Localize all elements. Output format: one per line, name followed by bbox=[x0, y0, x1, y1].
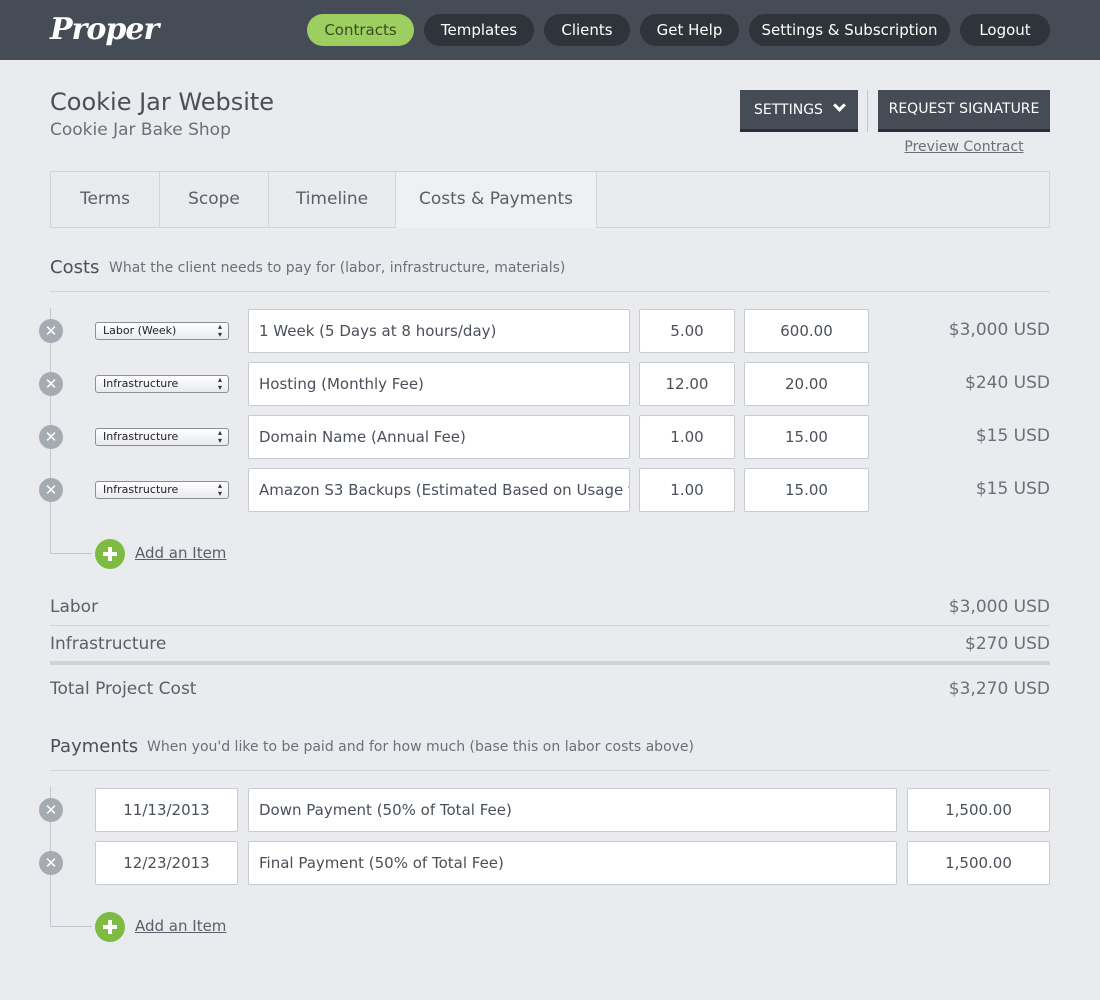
remove-payment-row-2[interactable]: ✕ bbox=[39, 851, 63, 875]
payment-description-input-1[interactable]: Down Payment (50% of Total Fee) bbox=[248, 788, 897, 832]
cost-row-total-1: $3,000 USD bbox=[948, 320, 1050, 340]
payments-heading: Payments bbox=[50, 736, 139, 757]
page-title: Cookie Jar Website bbox=[50, 88, 275, 116]
cost-rate-input-1[interactable]: 600.00 bbox=[744, 309, 869, 353]
cost-rate-input-4[interactable]: 15.00 bbox=[744, 468, 869, 512]
cost-row-total-2: $240 USD bbox=[965, 373, 1050, 393]
proper-logo[interactable]: Proper bbox=[50, 12, 159, 47]
cost-row-total-3: $15 USD bbox=[975, 426, 1050, 446]
payments-description: When you'd like to be paid and for how m… bbox=[147, 739, 694, 755]
close-icon: ✕ bbox=[44, 322, 58, 340]
cost-type-value: Infrastructure bbox=[103, 483, 179, 496]
cost-description-input-3[interactable]: Domain Name (Annual Fee) bbox=[248, 415, 630, 459]
cost-rate-input-2[interactable]: 20.00 bbox=[744, 362, 869, 406]
tab-scope[interactable]: Scope bbox=[160, 172, 269, 227]
costs-heading: Costs bbox=[50, 257, 100, 278]
chevron-down-icon bbox=[833, 99, 846, 112]
payment-description-input-2[interactable]: Final Payment (50% of Total Fee) bbox=[248, 841, 897, 885]
contract-tabs: Terms Scope Timeline Costs & Payments bbox=[50, 171, 1050, 228]
remove-cost-row-4[interactable]: ✕ bbox=[39, 478, 63, 502]
cost-type-value: Infrastructure bbox=[103, 377, 179, 390]
payment-amount-input-1[interactable]: 1,500.00 bbox=[907, 788, 1050, 832]
summary-divider bbox=[50, 625, 1050, 626]
remove-cost-row-2[interactable]: ✕ bbox=[39, 372, 63, 396]
cost-description-input-4[interactable]: Amazon S3 Backups (Estimated Based on Us… bbox=[248, 468, 630, 512]
cost-row-total-4: $15 USD bbox=[975, 479, 1050, 499]
total-project-cost-value: $3,270 USD bbox=[948, 679, 1050, 699]
nav-get-help[interactable]: Get Help bbox=[640, 14, 739, 46]
cost-quantity-input-2[interactable]: 12.00 bbox=[639, 362, 735, 406]
payments-divider bbox=[50, 770, 1050, 771]
cost-quantity-input-1[interactable]: 5.00 bbox=[639, 309, 735, 353]
settings-button-label: SETTINGS bbox=[754, 101, 823, 118]
nav-clients[interactable]: Clients bbox=[544, 14, 630, 46]
top-navigation-bar: Proper Contracts Templates Clients Get H… bbox=[0, 0, 1100, 60]
close-icon: ✕ bbox=[44, 481, 58, 499]
payment-amount-input-2[interactable]: 1,500.00 bbox=[907, 841, 1050, 885]
cost-type-select-1[interactable]: Labor (Week) ▴ ▾ bbox=[95, 322, 229, 340]
infrastructure-subtotal-label: Infrastructure bbox=[50, 634, 167, 654]
add-cost-branch-line bbox=[50, 553, 92, 554]
add-payment-item-link[interactable]: Add an Item bbox=[135, 917, 226, 935]
tab-terms[interactable]: Terms bbox=[51, 172, 160, 227]
cost-type-select-2[interactable]: Infrastructure ▴ ▾ bbox=[95, 375, 229, 393]
remove-cost-row-1[interactable]: ✕ bbox=[39, 319, 63, 343]
tab-costs-payments[interactable]: Costs & Payments bbox=[396, 172, 597, 228]
settings-dropdown-button[interactable]: SETTINGS bbox=[740, 90, 858, 132]
cost-description-input-2[interactable]: Hosting (Monthly Fee) bbox=[248, 362, 630, 406]
cost-type-value: Labor (Week) bbox=[103, 324, 177, 337]
add-payment-branch-line bbox=[50, 926, 92, 927]
plus-icon[interactable] bbox=[95, 539, 125, 569]
preview-contract-link[interactable]: Preview Contract bbox=[878, 139, 1050, 155]
remove-cost-row-3[interactable]: ✕ bbox=[39, 425, 63, 449]
total-divider bbox=[50, 661, 1050, 665]
cost-quantity-input-4[interactable]: 1.00 bbox=[639, 468, 735, 512]
nav-settings-subscription[interactable]: Settings & Subscription bbox=[749, 14, 950, 46]
select-arrows-icon: ▴ ▾ bbox=[217, 375, 222, 392]
select-arrows-icon: ▴ ▾ bbox=[217, 481, 222, 498]
infrastructure-subtotal-value: $270 USD bbox=[965, 634, 1050, 654]
cost-quantity-input-3[interactable]: 1.00 bbox=[639, 415, 735, 459]
request-signature-button[interactable]: REQUEST SIGNATURE bbox=[878, 90, 1050, 132]
client-name: Cookie Jar Bake Shop bbox=[50, 120, 231, 140]
close-icon: ✕ bbox=[44, 854, 58, 872]
cost-description-input-1[interactable]: 1 Week (5 Days at 8 hours/day) bbox=[248, 309, 630, 353]
close-icon: ✕ bbox=[44, 375, 58, 393]
labor-subtotal-label: Labor bbox=[50, 597, 99, 617]
costs-divider bbox=[50, 291, 1050, 292]
select-arrows-icon: ▴ ▾ bbox=[217, 428, 222, 445]
select-arrows-icon: ▴ ▾ bbox=[217, 322, 222, 339]
close-icon: ✕ bbox=[44, 428, 58, 446]
cost-rate-input-3[interactable]: 15.00 bbox=[744, 415, 869, 459]
nav-contracts[interactable]: Contracts bbox=[307, 14, 414, 46]
labor-subtotal-value: $3,000 USD bbox=[948, 597, 1050, 617]
costs-description: What the client needs to pay for (labor,… bbox=[109, 260, 566, 276]
payment-date-input-1[interactable]: 11/13/2013 bbox=[95, 788, 238, 832]
add-cost-item-link[interactable]: Add an Item bbox=[135, 544, 226, 562]
cost-type-select-4[interactable]: Infrastructure ▴ ▾ bbox=[95, 481, 229, 499]
close-icon: ✕ bbox=[44, 801, 58, 819]
tab-timeline[interactable]: Timeline bbox=[269, 172, 396, 227]
nav-logout[interactable]: Logout bbox=[960, 14, 1050, 46]
nav-templates[interactable]: Templates bbox=[424, 14, 534, 46]
payment-date-input-2[interactable]: 12/23/2013 bbox=[95, 841, 238, 885]
total-project-cost-label: Total Project Cost bbox=[50, 679, 197, 699]
cost-type-value: Infrastructure bbox=[103, 430, 179, 443]
remove-payment-row-1[interactable]: ✕ bbox=[39, 798, 63, 822]
cost-type-select-3[interactable]: Infrastructure ▴ ▾ bbox=[95, 428, 229, 446]
header-divider bbox=[867, 90, 868, 132]
plus-icon[interactable] bbox=[95, 912, 125, 942]
